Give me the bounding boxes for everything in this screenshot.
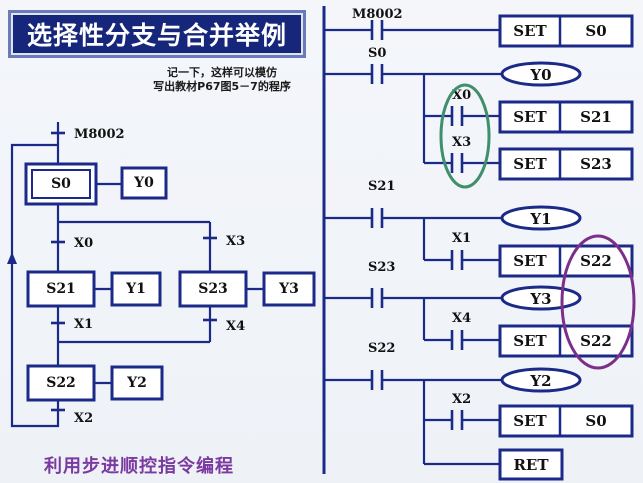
rung5-cmd-arg: S0 [585,412,606,430]
rung1-cmd-arg: S0 [585,22,606,40]
rung5-cmd-op: SET [513,412,547,430]
rung4-cmd-op: SET [513,332,547,350]
slide: 选择性分支与合并举例 记一下，这样可以模仿 写出教材P67图5－7的程序 利用步… [0,0,643,483]
rung5-contact-label: S22 [368,341,395,356]
rung4-cmd-arg: S22 [580,332,612,350]
rung2-cmd2-op: SET [513,155,547,173]
x1-contact-label: X1 [452,231,471,246]
rung3-cmd-arg: S22 [580,252,612,270]
rung2-cmd2-arg: S23 [580,155,612,173]
coil-y3-label: Y3 [529,290,551,308]
x2-contact-label: X2 [452,392,471,407]
rung1-contact-label: M8002 [352,7,403,22]
rung2-cmd1-op: SET [513,108,547,126]
rung3-contact-label: S21 [368,179,395,194]
rung2-cmd1-arg: S21 [580,108,612,126]
x4-contact-label: X4 [452,311,471,326]
rung1-cmd-op: SET [513,22,547,40]
coil-y0-label: Y0 [529,66,551,84]
coil-y1-label: Y1 [529,210,551,228]
coil-y2-label: Y2 [529,372,551,390]
x3-contact-label: X3 [452,135,471,150]
rung3-cmd-op: SET [513,252,547,270]
rung4-contact-label: S23 [368,260,395,275]
rung2-contact-label: S0 [368,46,386,61]
ret-label: RET [513,456,549,474]
ladder-diagram: M8002 SET S0 S0 Y0 X0 SET S21 X3 SET S23 [322,6,636,481]
